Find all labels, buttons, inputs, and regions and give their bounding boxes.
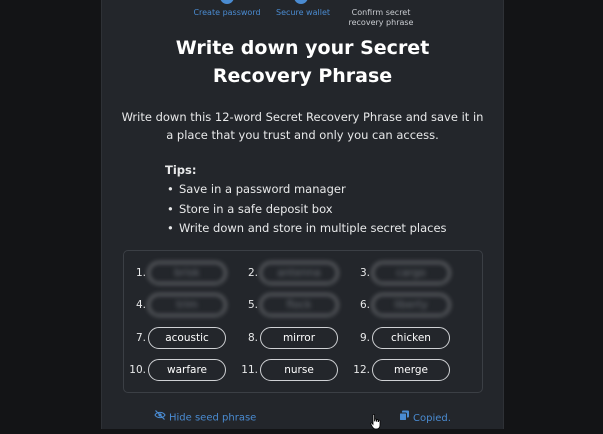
copied-label: Copied.: [413, 413, 451, 424]
copy-icon: [399, 410, 410, 426]
tip-item: Store in a safe deposit box: [167, 200, 485, 220]
intro-text: Write down this 12-word Secret Recovery …: [121, 110, 484, 142]
seed-word-number: 8.: [247, 332, 258, 344]
seed-word-number: 3.: [359, 267, 370, 279]
seed-word-number: 10.: [129, 364, 146, 376]
step-dot-create-password: [220, 0, 234, 4]
progress-steps: Create password Secure wallet Confirm se…: [102, 0, 503, 30]
step-secure-wallet: Secure wallet: [276, 8, 330, 17]
step-dot-secure-wallet: [294, 0, 308, 4]
seed-word-number: 2.: [247, 267, 258, 279]
seed-word-6: liberty: [372, 294, 450, 316]
seed-word-12: merge: [372, 359, 450, 381]
tip-item: Write down and store in multiple secret …: [167, 219, 485, 239]
page-title: Write down your Secret Recovery Phrase: [102, 34, 503, 90]
seed-word-8: mirror: [260, 327, 338, 349]
hide-seed-phrase-button[interactable]: Hide seed phrase: [154, 410, 256, 426]
seed-word-4: trim: [148, 294, 226, 316]
seed-word-number: 5.: [247, 299, 258, 311]
tips-list: Save in a password manager Store in a sa…: [165, 180, 485, 239]
seed-word-number: 12.: [353, 364, 370, 376]
seed-phrase-grid: 1. brisk 2. antenna 3. cargo 4. trim 5. …: [123, 250, 483, 393]
seed-word-9: chicken: [372, 327, 450, 349]
seed-word-10: warfare: [148, 359, 226, 381]
copy-to-clipboard-button[interactable]: Copied.: [399, 410, 451, 426]
title-line-1: Write down your Secret: [175, 37, 430, 59]
seed-word-number: 7.: [135, 332, 146, 344]
seed-word-number: 11.: [241, 364, 258, 376]
hand-cursor-icon: [370, 414, 382, 434]
seed-word-7: acoustic: [148, 327, 226, 349]
hide-seed-phrase-label: Hide seed phrase: [169, 412, 257, 424]
onboarding-panel: Create password Secure wallet Confirm se…: [101, 0, 504, 430]
seed-word-5: flock: [260, 294, 338, 316]
seed-word-11: nurse: [260, 359, 338, 381]
seed-word-number: 9.: [359, 332, 370, 344]
tips-section: Tips: Save in a password manager Store i…: [165, 160, 485, 239]
seed-word-number: 1.: [135, 267, 146, 279]
seed-word-1: brisk: [148, 262, 226, 284]
seed-word-number: 4.: [135, 299, 146, 311]
step-confirm-phrase: Confirm secret recovery phrase: [348, 8, 414, 27]
seed-word-2: antenna: [260, 262, 338, 284]
tips-title: Tips:: [165, 163, 197, 177]
seed-word-3: cargo: [372, 262, 450, 284]
tip-item: Save in a password manager: [167, 180, 485, 200]
seed-word-number: 6.: [359, 299, 370, 311]
title-line-2: Recovery Phrase: [212, 65, 393, 87]
step-create-password: Create password: [193, 8, 261, 17]
eye-slash-icon: [154, 410, 166, 425]
